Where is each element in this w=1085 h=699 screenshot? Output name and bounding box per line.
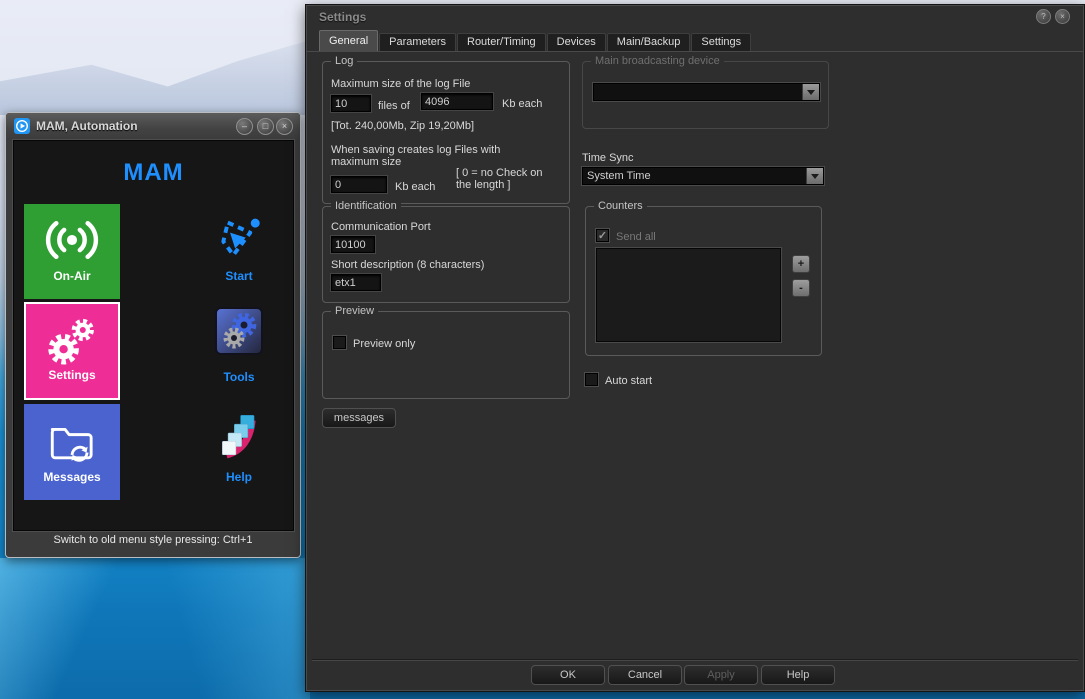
kb-each-label-2: Kb each: [395, 181, 436, 193]
tab-parameters[interactable]: Parameters: [379, 33, 456, 51]
broadcasting-device-dropdown-button[interactable]: [802, 84, 819, 100]
tab-settings[interactable]: Settings: [691, 33, 752, 51]
zero-check-note: [ 0 = no Check on the length ]: [456, 167, 543, 191]
counters-group-title: Counters: [594, 200, 647, 212]
counters-listbox[interactable]: [596, 248, 781, 342]
max-log-size-label: Maximum size of the log File: [331, 78, 471, 90]
help-icon: [222, 415, 256, 459]
tile-help[interactable]: Help: [191, 404, 287, 500]
main-broadcasting-device-title: Main broadcasting device: [591, 55, 724, 67]
auto-start-label: Auto start: [605, 375, 653, 387]
max-kb-input[interactable]: [331, 176, 387, 193]
mam-window: MAM, Automation – □ × MAM On-Air Start S…: [5, 112, 301, 558]
time-sync-value: System Time: [587, 170, 651, 182]
main-broadcasting-device-group: Main broadcasting device: [582, 55, 829, 129]
tab-main-backup[interactable]: Main/Backup: [606, 33, 691, 51]
settings-dialog-title: Settings: [319, 10, 367, 24]
identification-group-title: Identification: [331, 200, 401, 212]
start-icon: [221, 218, 260, 257]
short-description-input[interactable]: [331, 274, 381, 291]
counters-group: Counters ✓ Send all + -: [585, 200, 822, 356]
files-of-label: files of: [378, 100, 410, 112]
auto-start-checkbox[interactable]: [585, 373, 598, 386]
tile-start[interactable]: Start: [191, 204, 287, 299]
ok-button[interactable]: OK: [531, 665, 605, 685]
log-group: Log Maximum size of the log File files o…: [322, 55, 570, 204]
preview-group: Preview Preview only: [322, 305, 570, 399]
maximize-button[interactable]: □: [257, 118, 274, 135]
close-button[interactable]: ×: [276, 118, 293, 135]
tile-messages-label: Messages: [43, 470, 101, 484]
broadcasting-device-dropdown[interactable]: [593, 83, 820, 101]
send-all-label: Send all: [616, 231, 656, 243]
log-group-title: Log: [331, 55, 358, 67]
tile-help-label: Help: [225, 470, 252, 484]
log-total-label: [Tot. 240,00Mb, Zip 19,20Mb]: [331, 120, 475, 132]
apply-button[interactable]: Apply: [684, 665, 758, 685]
mam-heading: MAM: [123, 159, 184, 186]
chevron-down-icon: [807, 90, 815, 95]
settings-tab-bar: General Parameters Router/Timing Devices…: [319, 30, 752, 51]
log-kb-input[interactable]: [421, 93, 493, 110]
tile-settings[interactable]: Settings: [24, 302, 120, 400]
time-sync-label: Time Sync: [582, 152, 634, 164]
dialog-help-button[interactable]: ?: [1036, 9, 1051, 24]
mam-titlebar[interactable]: MAM, Automation – □ ×: [6, 113, 300, 139]
when-saving-label: When saving creates log Files with maxim…: [331, 144, 501, 168]
time-sync-dropdown[interactable]: System Time: [582, 167, 824, 185]
send-all-checkbox[interactable]: ✓: [596, 229, 609, 242]
wallpaper-ice-highlight: [0, 558, 310, 699]
short-description-label: Short description (8 characters): [331, 259, 485, 271]
gears-icon: [48, 318, 94, 365]
tile-tools-label: Tools: [223, 370, 255, 384]
mam-window-title: MAM, Automation: [36, 119, 138, 133]
settings-dialog: Settings ? × General Parameters Router/T…: [305, 4, 1085, 692]
screen: MAM, Automation – □ × MAM On-Air Start S…: [0, 0, 1085, 699]
preview-group-title: Preview: [331, 305, 379, 317]
cancel-button[interactable]: Cancel: [608, 665, 682, 685]
preview-only-checkbox[interactable]: [333, 336, 346, 349]
general-tab-content: Log Maximum size of the log File files o…: [307, 51, 1083, 690]
tile-start-label: Start: [225, 269, 253, 283]
tools-icon: [215, 307, 263, 355]
mam-status-text: Switch to old menu style pressing: Ctrl+…: [53, 534, 253, 546]
mam-menu-panel: MAM On-Air Start Settings Tools Messages…: [13, 140, 294, 531]
tile-on-air-label: On-Air: [53, 269, 91, 283]
mam-app-icon: [14, 118, 30, 134]
footer-separator: [312, 659, 1078, 661]
tab-router-timing[interactable]: Router/Timing: [457, 33, 546, 51]
chevron-down-icon: [811, 174, 819, 179]
folder-sync-icon: [50, 427, 93, 462]
tab-devices[interactable]: Devices: [546, 33, 606, 51]
help-button[interactable]: Help: [761, 665, 835, 685]
counter-add-button[interactable]: +: [792, 255, 810, 273]
preview-only-label: Preview only: [353, 338, 416, 350]
messages-button[interactable]: messages: [322, 408, 396, 428]
tile-messages[interactable]: Messages: [24, 404, 120, 500]
tile-on-air[interactable]: On-Air: [24, 204, 120, 299]
dialog-close-button[interactable]: ×: [1055, 9, 1070, 24]
minimize-button[interactable]: –: [236, 118, 253, 135]
communication-port-input[interactable]: [331, 236, 375, 253]
counter-remove-button[interactable]: -: [792, 279, 810, 297]
tile-tools[interactable]: Tools: [191, 302, 287, 400]
identification-group: Identification Communication Port Short …: [322, 200, 570, 303]
tab-general[interactable]: General: [319, 30, 379, 51]
tile-settings-label: Settings: [48, 368, 96, 382]
broadcast-icon: [45, 220, 99, 260]
communication-port-label: Communication Port: [331, 221, 431, 233]
time-sync-dropdown-button[interactable]: [806, 168, 823, 184]
log-files-count-input[interactable]: [331, 95, 371, 112]
kb-each-label: Kb each: [502, 98, 543, 110]
